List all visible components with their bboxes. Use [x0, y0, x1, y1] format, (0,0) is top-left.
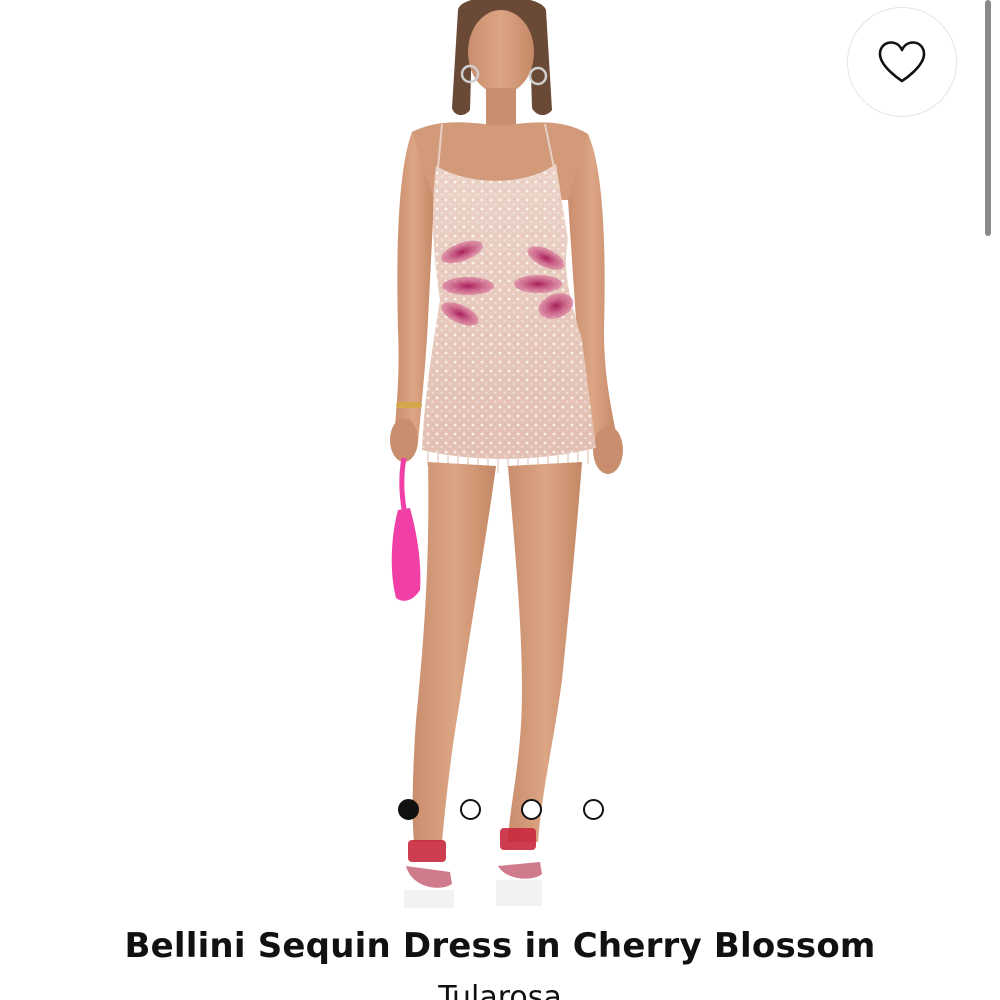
favorite-button[interactable] — [847, 7, 957, 117]
carousel-dot-3[interactable] — [521, 799, 542, 820]
carousel-dot-4[interactable] — [582, 799, 604, 820]
product-image[interactable] — [300, 0, 700, 910]
carousel-dot-2[interactable] — [459, 799, 481, 820]
product-brand[interactable]: Tularosa — [0, 980, 1000, 1000]
scrollbar[interactable] — [985, 0, 991, 236]
product-title: Bellini Sequin Dress in Cherry Blossom — [124, 926, 876, 966]
carousel-dots — [0, 799, 1000, 821]
heart-outline-icon — [878, 41, 926, 83]
product-page: Bellini Sequin Dress in Cherry Blossom T… — [0, 0, 1000, 1000]
carousel-dot-1[interactable] — [398, 799, 419, 820]
